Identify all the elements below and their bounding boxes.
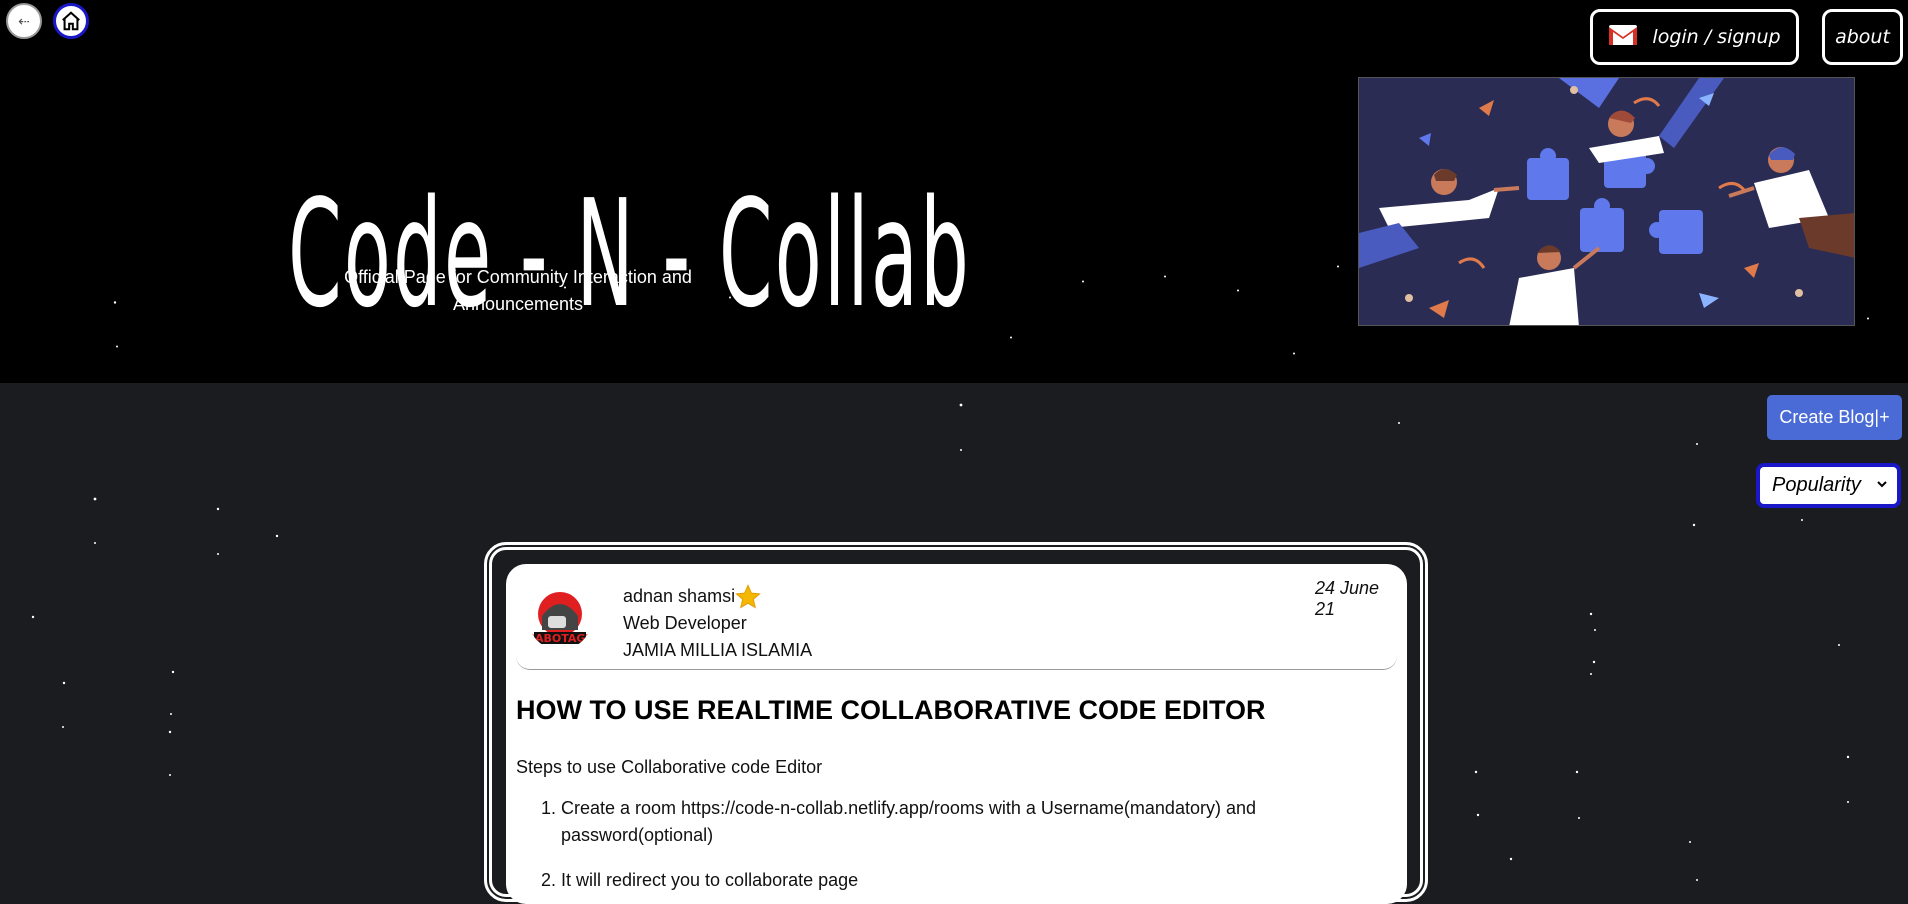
- home-button[interactable]: [53, 3, 89, 39]
- avatar[interactable]: SABOTAGE: [528, 586, 592, 650]
- sort-select[interactable]: Popularity: [1756, 463, 1901, 508]
- list-item: Create a room https://code-n-collab.netl…: [561, 795, 1381, 849]
- post-intro: Steps to use Collaborative code Editor: [516, 757, 823, 777]
- site-header: Code - N - Collab Official Page for Comm…: [0, 0, 1908, 383]
- create-blog-button[interactable]: Create Blog|+: [1767, 395, 1902, 440]
- site-subtitle: Official Page for Community Interaction …: [344, 267, 692, 314]
- about-button[interactable]: about: [1822, 9, 1903, 65]
- author-org: JAMIA MILLIA ISLAMIA: [623, 640, 813, 660]
- blog-post-card[interactable]: SABOTAGE adnan shamsi Web Developer JAMI…: [506, 564, 1407, 904]
- back-button[interactable]: ⇠: [6, 3, 42, 39]
- home-icon: [62, 11, 80, 31]
- star-icon: [734, 583, 762, 616]
- author-name[interactable]: adnan shamsi: [623, 586, 735, 607]
- chevron-down-icon: [1877, 481, 1887, 488]
- post-title[interactable]: HOW TO USE REALTIME COLLABORATIVE CODE E…: [516, 695, 1266, 726]
- steps-list: Create a room https://code-n-collab.netl…: [516, 795, 1381, 904]
- svg-text:SABOTAGE: SABOTAGE: [528, 632, 592, 645]
- list-item: It will redirect you to collaborate page: [561, 867, 1381, 894]
- post-date: 24 June 21: [1315, 578, 1380, 619]
- author-bar: SABOTAGE adnan shamsi Web Developer JAMI…: [516, 564, 1397, 670]
- author-role: Web Developer: [623, 613, 747, 633]
- gmail-icon: [1608, 24, 1638, 51]
- arrow-left-icon: ⇠: [18, 12, 30, 29]
- login-label: login / signup: [1652, 26, 1781, 48]
- collaboration-puzzle-illustration: [1359, 78, 1854, 325]
- hero-illustration: [1358, 77, 1855, 326]
- sort-selected-value: Popularity: [1772, 474, 1861, 496]
- login-signup-button[interactable]: login / signup: [1590, 9, 1799, 65]
